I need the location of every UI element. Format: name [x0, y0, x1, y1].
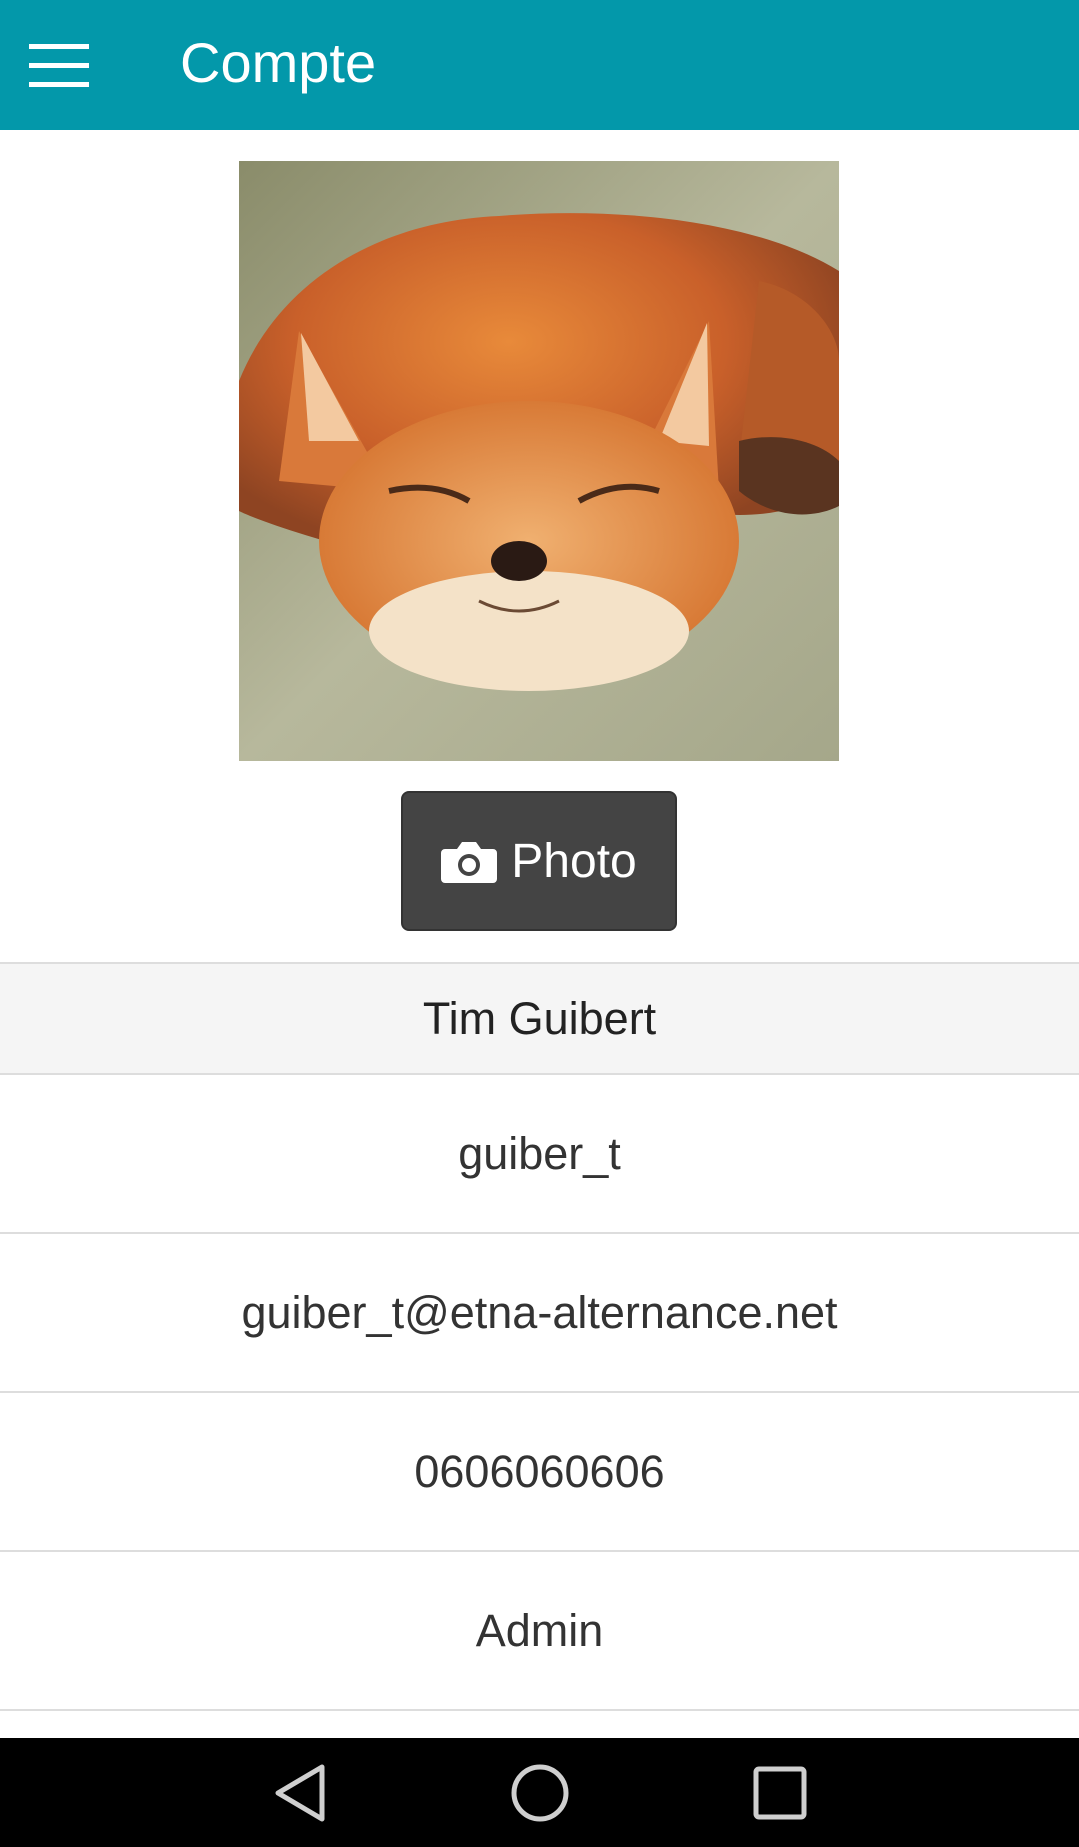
profile-avatar [239, 161, 839, 761]
app-bar: Compte [0, 0, 1079, 130]
fox-image [239, 161, 839, 761]
photo-button[interactable]: Photo [401, 791, 677, 931]
profile-info-list: Tim Guibert guiber_t guiber_t@etna-alter… [0, 962, 1079, 1711]
system-navigation-bar [0, 1738, 1079, 1847]
back-triangle-icon[interactable] [260, 1758, 340, 1828]
profile-name: Tim Guibert [0, 962, 1079, 1075]
camera-icon [441, 842, 498, 883]
role-field: Admin [0, 1552, 1079, 1711]
home-circle-icon[interactable] [500, 1758, 580, 1828]
page-title: Compte [180, 31, 377, 94]
email-field: guiber_t@etna-alternance.net [0, 1234, 1079, 1393]
recents-square-icon[interactable] [740, 1758, 820, 1828]
username-field: guiber_t [0, 1075, 1079, 1234]
phone-field: 0606060606 [0, 1393, 1079, 1552]
photo-button-label: Photo [511, 834, 637, 888]
hamburger-menu-icon[interactable] [20, 30, 98, 100]
